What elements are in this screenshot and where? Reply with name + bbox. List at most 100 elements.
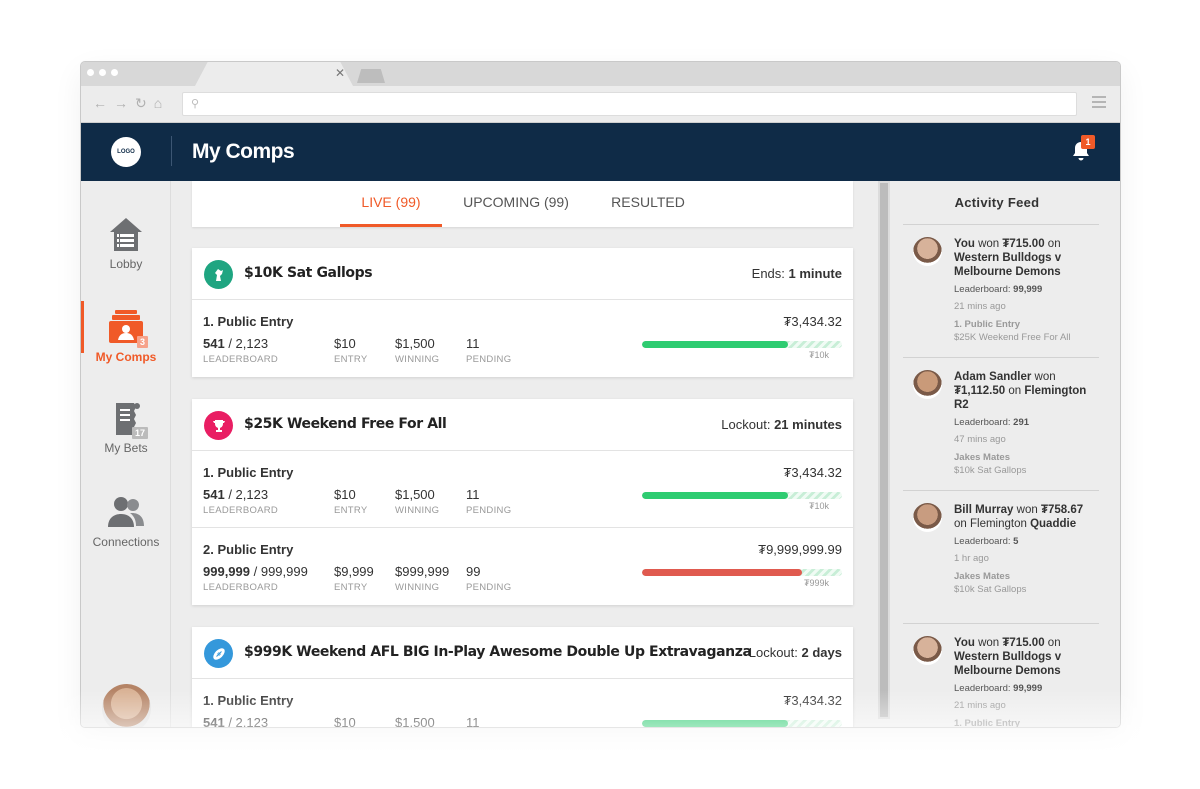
- sidebar-item-my-comps[interactable]: 3 My Comps: [81, 301, 171, 364]
- football-icon: [204, 639, 233, 668]
- header-divider: [171, 136, 172, 166]
- entry-name: 1. Public Entry: [203, 693, 294, 708]
- comp-name[interactable]: $25K Weekend Free For All: [244, 416, 447, 432]
- feed-leaderboard: Leaderboard: 291: [954, 417, 1030, 428]
- sidebar: Lobby 3 My Comps 17 My Bets Connections: [81, 181, 171, 727]
- progress-target: ₮10k: [808, 501, 829, 511]
- activity-feed: Activity Feed You won ₮715.00 on Western…: [891, 181, 1120, 727]
- entry-row[interactable]: 1. Public Entry 541 / 2,123LEADERBOARD $…: [192, 300, 853, 377]
- sidebar-item-label: Lobby: [109, 257, 143, 271]
- horse-icon: [204, 260, 233, 289]
- avatar: [913, 503, 942, 532]
- stat-leaderboard: 999,999 / 999,999 LEADERBOARD: [203, 564, 308, 593]
- feed-item[interactable]: Adam Sandler won ₮1,112.50 on Flemington…: [903, 358, 1099, 491]
- stat-entry: $10ENTRY: [334, 487, 368, 516]
- trophy-icon: [204, 411, 233, 440]
- progress-fill: [642, 492, 788, 499]
- progress-fill: [642, 569, 802, 576]
- sidebar-item-connections[interactable]: Connections: [81, 493, 171, 549]
- tab-resulted[interactable]: RESULTED: [602, 194, 694, 210]
- logo[interactable]: LOGO: [111, 137, 141, 167]
- stat-pending: 11PENDING: [466, 336, 512, 365]
- tab-upcoming[interactable]: UPCOMING (99): [458, 194, 574, 210]
- stat-leaderboard: 541 / 2,123LEADERBOARD: [203, 715, 269, 728]
- main-content: LIVE (99) UPCOMING (99) RESULTED $10K Sa…: [171, 181, 877, 728]
- close-tab-icon[interactable]: ✕: [335, 66, 345, 80]
- forward-icon[interactable]: →: [114, 95, 128, 112]
- stat-pending: 11PENDING: [466, 487, 512, 516]
- feed-timestamp: 21 mins ago: [954, 700, 1006, 711]
- notifications-button[interactable]: 1: [1070, 135, 1095, 162]
- comp-card[interactable]: $10K Sat Gallops Ends: 1 minute 1. Publi…: [192, 248, 853, 377]
- comp-tabs: LIVE (99) UPCOMING (99) RESULTED: [192, 181, 853, 227]
- feed-comp: $10k Sat Gallops: [954, 465, 1027, 476]
- tab-live[interactable]: LIVE (99): [340, 194, 442, 210]
- progress-bar: [642, 569, 842, 576]
- count-badge: 17: [131, 427, 148, 439]
- comp-name[interactable]: $10K Sat Gallops: [244, 265, 373, 281]
- comp-time: Lockout: 2 days: [748, 645, 842, 660]
- entry-row[interactable]: 2. Public Entry 999,999 / 999,999 LEADERB…: [192, 528, 853, 605]
- scrollbar-thumb[interactable]: [880, 183, 888, 717]
- reload-icon[interactable]: ↻: [135, 95, 147, 112]
- progress-bar: [642, 720, 842, 727]
- feed-group: Jakes Mates: [954, 452, 1010, 463]
- comp-card[interactable]: $999K Weekend AFL BIG In-Play Awesome Do…: [192, 627, 853, 728]
- address-bar[interactable]: ⚲: [182, 92, 1077, 116]
- user-avatar[interactable]: [102, 684, 151, 727]
- house-icon: [106, 215, 146, 253]
- comp-card-header[interactable]: $10K Sat Gallops Ends: 1 minute: [192, 248, 853, 300]
- entry-row[interactable]: 1. Public Entry 541 / 2,123LEADERBOARD $…: [192, 451, 853, 528]
- search-icon: ⚲: [191, 98, 200, 110]
- browser-tab[interactable]: [195, 62, 353, 86]
- people-icon: [106, 493, 146, 531]
- sidebar-item-label: My Bets: [104, 441, 148, 455]
- stat-entry: $10ENTRY: [334, 715, 356, 728]
- feed-item[interactable]: You won ₮715.00 on Western Bulldogs v Me…: [903, 624, 1099, 727]
- entry-amount: ₮9,999,999.99: [758, 542, 842, 557]
- count-badge: 3: [136, 336, 148, 348]
- feed-leaderboard: Leaderboard: 5: [954, 536, 1019, 547]
- progress-bar: [642, 341, 842, 348]
- comp-name[interactable]: $999K Weekend AFL BIG In-Play Awesome Do…: [244, 644, 752, 660]
- browser-menu-icon[interactable]: [1092, 96, 1106, 111]
- comp-card-header[interactable]: $999K Weekend AFL BIG In-Play Awesome Do…: [192, 627, 853, 679]
- back-icon[interactable]: ←: [93, 95, 107, 112]
- browser-toolbar: ← → ↻ ⌂ ⚲: [81, 86, 1120, 123]
- comp-time: Lockout: 21 minutes: [721, 417, 842, 432]
- active-tab-indicator: [340, 224, 442, 227]
- scrollbar[interactable]: [878, 181, 890, 719]
- stat-leaderboard: 541 / 2,123LEADERBOARD: [203, 487, 279, 516]
- comp-card-header[interactable]: $25K Weekend Free For All Lockout: 21 mi…: [192, 399, 853, 451]
- stat-winning: $1,500WINNING: [395, 487, 440, 516]
- entry-amount: ₮3,434.32: [783, 314, 842, 329]
- entry-name: 1. Public Entry: [203, 465, 294, 480]
- stat-pending: 11PENDING: [466, 715, 480, 728]
- notification-badge: 1: [1081, 135, 1095, 149]
- sidebar-item-label: Connections: [92, 535, 160, 549]
- browser-window: ✕ ← → ↻ ⌂ ⚲ LOGO My Comps 1 Lobby 3 My C…: [80, 61, 1121, 728]
- progress-target: ₮10k: [808, 350, 829, 360]
- progress-fill: [642, 341, 788, 348]
- betslip-icon: 17: [106, 399, 148, 439]
- stat-winning: $999,999 WINNING: [395, 564, 450, 593]
- feed-leaderboard: Leaderboard: 99,999: [954, 683, 1043, 694]
- stat-pending: 99 PENDING: [466, 564, 512, 593]
- entry-row[interactable]: 1. Public Entry 541 / 2,123LEADERBOARD $…: [192, 679, 853, 728]
- sidebar-item-my-bets[interactable]: 17 My Bets: [81, 399, 171, 455]
- new-tab-button[interactable]: [357, 69, 385, 83]
- app-header: LOGO My Comps 1: [81, 123, 1120, 181]
- progress-fill: [642, 720, 788, 727]
- progress-bar: [642, 492, 842, 499]
- home-icon[interactable]: ⌂: [154, 95, 162, 112]
- feed-headline: You won ₮715.00 on Western Bulldogs v Me…: [954, 637, 1062, 677]
- feed-headline: Adam Sandler won ₮1,112.50 on Flemington…: [954, 371, 1087, 411]
- sidebar-item-lobby[interactable]: Lobby: [81, 215, 171, 271]
- feed-comp: $25K Weekend Free For All: [954, 332, 1071, 343]
- feed-item[interactable]: Bill Murray won ₮758.67 on Flemington Qu…: [903, 491, 1099, 624]
- window-controls[interactable]: [87, 69, 118, 76]
- page-title: My Comps: [192, 140, 295, 163]
- feed-item[interactable]: You won ₮715.00 on Western Bulldogs v Me…: [903, 225, 1099, 358]
- comp-card[interactable]: $25K Weekend Free For All Lockout: 21 mi…: [192, 399, 853, 605]
- feed-timestamp: 21 mins ago: [954, 301, 1006, 312]
